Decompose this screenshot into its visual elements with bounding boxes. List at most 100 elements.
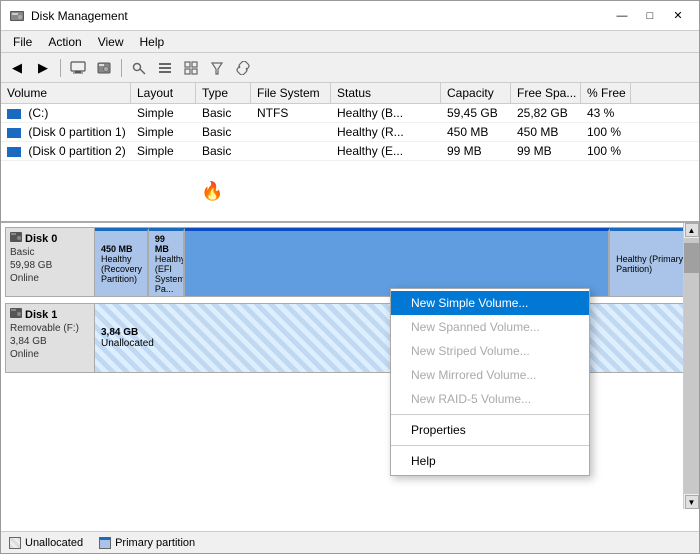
cell-status: Healthy (B... xyxy=(331,104,441,122)
window-controls: — □ ✕ xyxy=(609,6,691,26)
disk-1-size: 3,84 GB xyxy=(10,336,90,347)
toolbar-btn-7[interactable] xyxy=(231,57,255,79)
scroll-down-button[interactable]: ▼ xyxy=(685,495,699,509)
disk-0-partitions[interactable]: 450 MB Healthy (Recovery Partition) 99 M… xyxy=(95,227,695,297)
list-icon xyxy=(158,61,172,75)
cell-pct: 43 % xyxy=(581,104,631,122)
ctx-new-striped-volume[interactable]: New Striped Volume... xyxy=(391,339,589,363)
header-free[interactable]: Free Spa... xyxy=(511,83,581,103)
ctx-properties[interactable]: Properties xyxy=(391,418,589,442)
disk-1-type: Removable (F:) xyxy=(10,323,90,334)
menu-view[interactable]: View xyxy=(90,33,132,51)
legend-primary-box xyxy=(99,537,111,549)
context-menu: New Simple Volume... New Spanned Volume.… xyxy=(390,288,590,476)
list-header: Volume Layout Type File System Status Ca… xyxy=(1,83,699,104)
ctx-help[interactable]: Help xyxy=(391,449,589,473)
close-button[interactable]: ✕ xyxy=(665,6,691,26)
disk-1-row: Disk 1 Removable (F:) 3,84 GB Online 3,8… xyxy=(5,303,695,373)
menu-bar: File Action View Help xyxy=(1,31,699,53)
partition-recovery[interactable]: 450 MB Healthy (Recovery Partition) xyxy=(95,228,149,296)
header-type[interactable]: Type xyxy=(196,83,251,103)
ctx-new-simple-volume[interactable]: New Simple Volume... xyxy=(391,291,589,315)
table-row[interactable]: (Disk 0 partition 2) Simple Basic Health… xyxy=(1,142,699,161)
cell-pct: 100 % xyxy=(581,123,631,141)
disk-0-label: Disk 0 Basic 59,98 GB Online xyxy=(5,227,95,297)
title-bar: Disk Management — □ ✕ xyxy=(1,1,699,31)
toolbar: ◀ ▶ xyxy=(1,53,699,83)
cell-layout: Simple xyxy=(131,104,196,122)
cell-layout: Simple xyxy=(131,123,196,141)
cell-capacity: 99 MB xyxy=(441,142,511,160)
header-filesystem[interactable]: File System xyxy=(251,83,331,103)
cell-fs xyxy=(251,149,331,153)
scroll-track xyxy=(684,238,699,494)
ctx-new-spanned-volume[interactable]: New Spanned Volume... xyxy=(391,315,589,339)
menu-action[interactable]: Action xyxy=(40,33,89,51)
table-row[interactable]: (C:) Simple Basic NTFS Healthy (B... 59,… xyxy=(1,104,699,123)
legend-primary: Primary partition xyxy=(99,537,195,549)
title-bar-left: Disk Management xyxy=(9,8,128,24)
toolbar-btn-6[interactable] xyxy=(205,57,229,79)
cell-status: Healthy (R... xyxy=(331,123,441,141)
ctx-new-mirrored-volume[interactable]: New Mirrored Volume... xyxy=(391,363,589,387)
cell-type: Basic xyxy=(196,104,251,122)
toolbar-btn-2[interactable] xyxy=(92,57,116,79)
cell-type: Basic xyxy=(196,142,251,160)
disk-view[interactable]: Disk 0 Basic 59,98 GB Online 450 MB Heal… xyxy=(1,223,699,531)
volume-list[interactable]: Volume Layout Type File System Status Ca… xyxy=(1,83,699,223)
ctx-separator-1 xyxy=(391,414,589,415)
menu-file[interactable]: File xyxy=(5,33,40,51)
grid-icon xyxy=(184,61,198,75)
cell-volume: (Disk 0 partition 2) xyxy=(1,142,131,160)
header-volume[interactable]: Volume xyxy=(1,83,131,103)
partition-primary[interactable]: Healthy (Primary Partition) xyxy=(610,228,694,296)
disk-icon-small-2 xyxy=(10,308,22,318)
cell-volume: (Disk 0 partition 1) xyxy=(1,123,131,141)
toolbar-btn-3[interactable] xyxy=(127,57,151,79)
header-status[interactable]: Status xyxy=(331,83,441,103)
monitor-icon xyxy=(70,61,86,75)
scroll-up-button[interactable]: ▲ xyxy=(685,223,699,237)
toolbar-forward[interactable]: ▶ xyxy=(31,57,55,79)
cell-capacity: 450 MB xyxy=(441,123,511,141)
header-layout[interactable]: Layout xyxy=(131,83,196,103)
volume-icon xyxy=(7,147,21,157)
ctx-separator-2 xyxy=(391,445,589,446)
disk-1-name: Disk 1 xyxy=(10,308,90,321)
cell-pct: 100 % xyxy=(581,142,631,160)
cell-volume: (C:) xyxy=(1,104,131,122)
menu-help[interactable]: Help xyxy=(132,33,173,51)
filter-icon xyxy=(210,61,224,75)
cell-status: Healthy (E... xyxy=(331,142,441,160)
toolbar-btn-5[interactable] xyxy=(179,57,203,79)
minimize-button[interactable]: — xyxy=(609,6,635,26)
empty-area: 🔥 xyxy=(1,161,699,202)
toolbar-btn-1[interactable] xyxy=(66,57,90,79)
partition-main-selected[interactable] xyxy=(185,228,610,296)
header-capacity[interactable]: Capacity xyxy=(441,83,511,103)
scroll-thumb xyxy=(684,243,699,273)
cell-fs: NTFS xyxy=(251,104,331,122)
legend-unallocated-label: Unallocated xyxy=(25,537,83,549)
toolbar-back[interactable]: ◀ xyxy=(5,57,29,79)
window-title: Disk Management xyxy=(31,9,128,23)
scrollbar[interactable]: ▲ ▼ xyxy=(683,223,699,509)
maximize-button[interactable]: □ xyxy=(637,6,663,26)
disk-1-label: Disk 1 Removable (F:) 3,84 GB Online xyxy=(5,303,95,373)
ctx-new-raid5-volume[interactable]: New RAID-5 Volume... xyxy=(391,387,589,411)
disk-management-window: Disk Management — □ ✕ File Action View H… xyxy=(0,0,700,554)
legend-unallocated: Unallocated xyxy=(9,537,83,549)
disk-1-status: Online xyxy=(10,349,90,360)
toolbar-btn-4[interactable] xyxy=(153,57,177,79)
header-pct[interactable]: % Free xyxy=(581,83,631,103)
disk-0-name: Disk 0 xyxy=(10,232,90,245)
cell-type: Basic xyxy=(196,123,251,141)
disk-icon-small xyxy=(10,232,22,242)
cell-capacity: 59,45 GB xyxy=(441,104,511,122)
disk-0-type: Basic xyxy=(10,247,90,258)
link-icon xyxy=(236,61,250,75)
legend: Unallocated Primary partition xyxy=(1,531,699,553)
partition-efi[interactable]: 99 MB Healthy (EFI System Pa... xyxy=(149,228,185,296)
legend-primary-label: Primary partition xyxy=(115,537,195,549)
table-row[interactable]: (Disk 0 partition 1) Simple Basic Health… xyxy=(1,123,699,142)
